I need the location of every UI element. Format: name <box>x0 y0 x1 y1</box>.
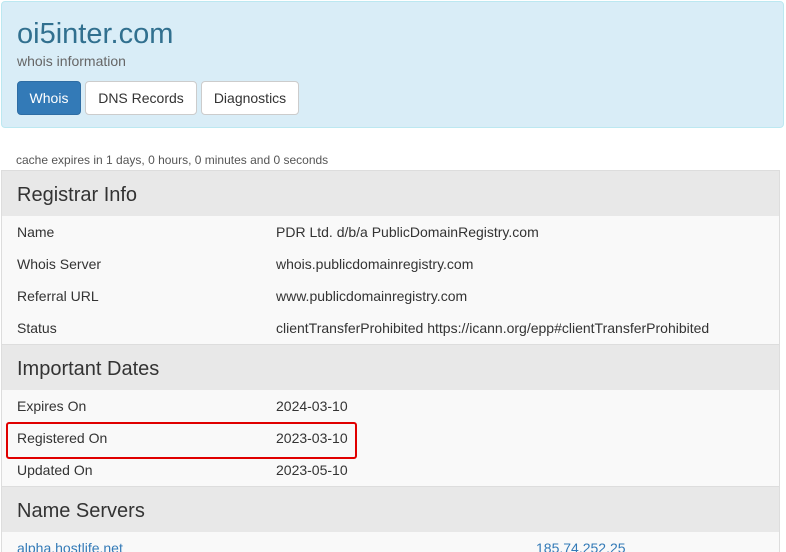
row-value: 2023-03-10 <box>276 430 348 446</box>
section-registrar-info: Registrar Info <box>2 170 779 216</box>
row-value: PDR Ltd. d/b/a PublicDomainRegistry.com <box>276 224 539 240</box>
table-row: Expires On 2024-03-10 <box>2 390 779 422</box>
row-key: Registered On <box>17 430 108 446</box>
nameserver-ip-link[interactable]: 185.74.252.25 <box>536 540 626 552</box>
row-value: 2024-03-10 <box>276 398 348 414</box>
section-name-servers: Name Servers <box>2 486 779 532</box>
nameserver-link[interactable]: alpha.hostlife.net <box>17 540 123 552</box>
table-row: Updated On 2023-05-10 <box>2 454 779 486</box>
table-row: Name PDR Ltd. d/b/a PublicDomainRegistry… <box>2 216 779 248</box>
row-value: www.publicdomainregistry.com <box>276 288 468 304</box>
table-row: Whois Server whois.publicdomainregistry.… <box>2 248 779 280</box>
row-key: Whois Server <box>17 256 102 272</box>
domain-header: oi5inter.com whois information Whois DNS… <box>1 1 784 128</box>
section-title: Important Dates <box>17 358 160 380</box>
section-title: Name Servers <box>17 500 145 522</box>
table-row: Status clientTransferProhibited https://… <box>2 312 779 344</box>
domain-subtitle: whois information <box>17 53 126 69</box>
row-key: Expires On <box>17 398 87 414</box>
section-important-dates: Important Dates <box>2 344 779 390</box>
tab-whois[interactable]: Whois <box>17 81 81 115</box>
table-row: Registered On 2023-03-10 <box>2 422 779 454</box>
row-value: whois.publicdomainregistry.com <box>276 256 474 272</box>
domain-title: oi5inter.com <box>17 18 174 50</box>
row-value: 2023-05-10 <box>276 462 348 478</box>
nameserver-row: alpha.hostlife.net 185.74.252.25 <box>2 532 779 552</box>
table-row: Referral URL www.publicdomainregistry.co… <box>2 280 779 312</box>
row-key: Name <box>17 224 55 240</box>
whois-table: Registrar Info Name PDR Ltd. d/b/a Publi… <box>1 170 780 552</box>
row-key: Status <box>17 320 57 336</box>
row-value: clientTransferProhibited https://icann.o… <box>276 320 710 336</box>
row-key: Updated On <box>17 462 93 478</box>
cache-expiry-note: cache expires in 1 days, 0 hours, 0 minu… <box>16 153 329 167</box>
row-key: Referral URL <box>17 288 99 304</box>
section-title: Registrar Info <box>17 184 138 206</box>
tab-dns-records[interactable]: DNS Records <box>85 81 197 115</box>
tab-diagnostics[interactable]: Diagnostics <box>201 81 299 115</box>
